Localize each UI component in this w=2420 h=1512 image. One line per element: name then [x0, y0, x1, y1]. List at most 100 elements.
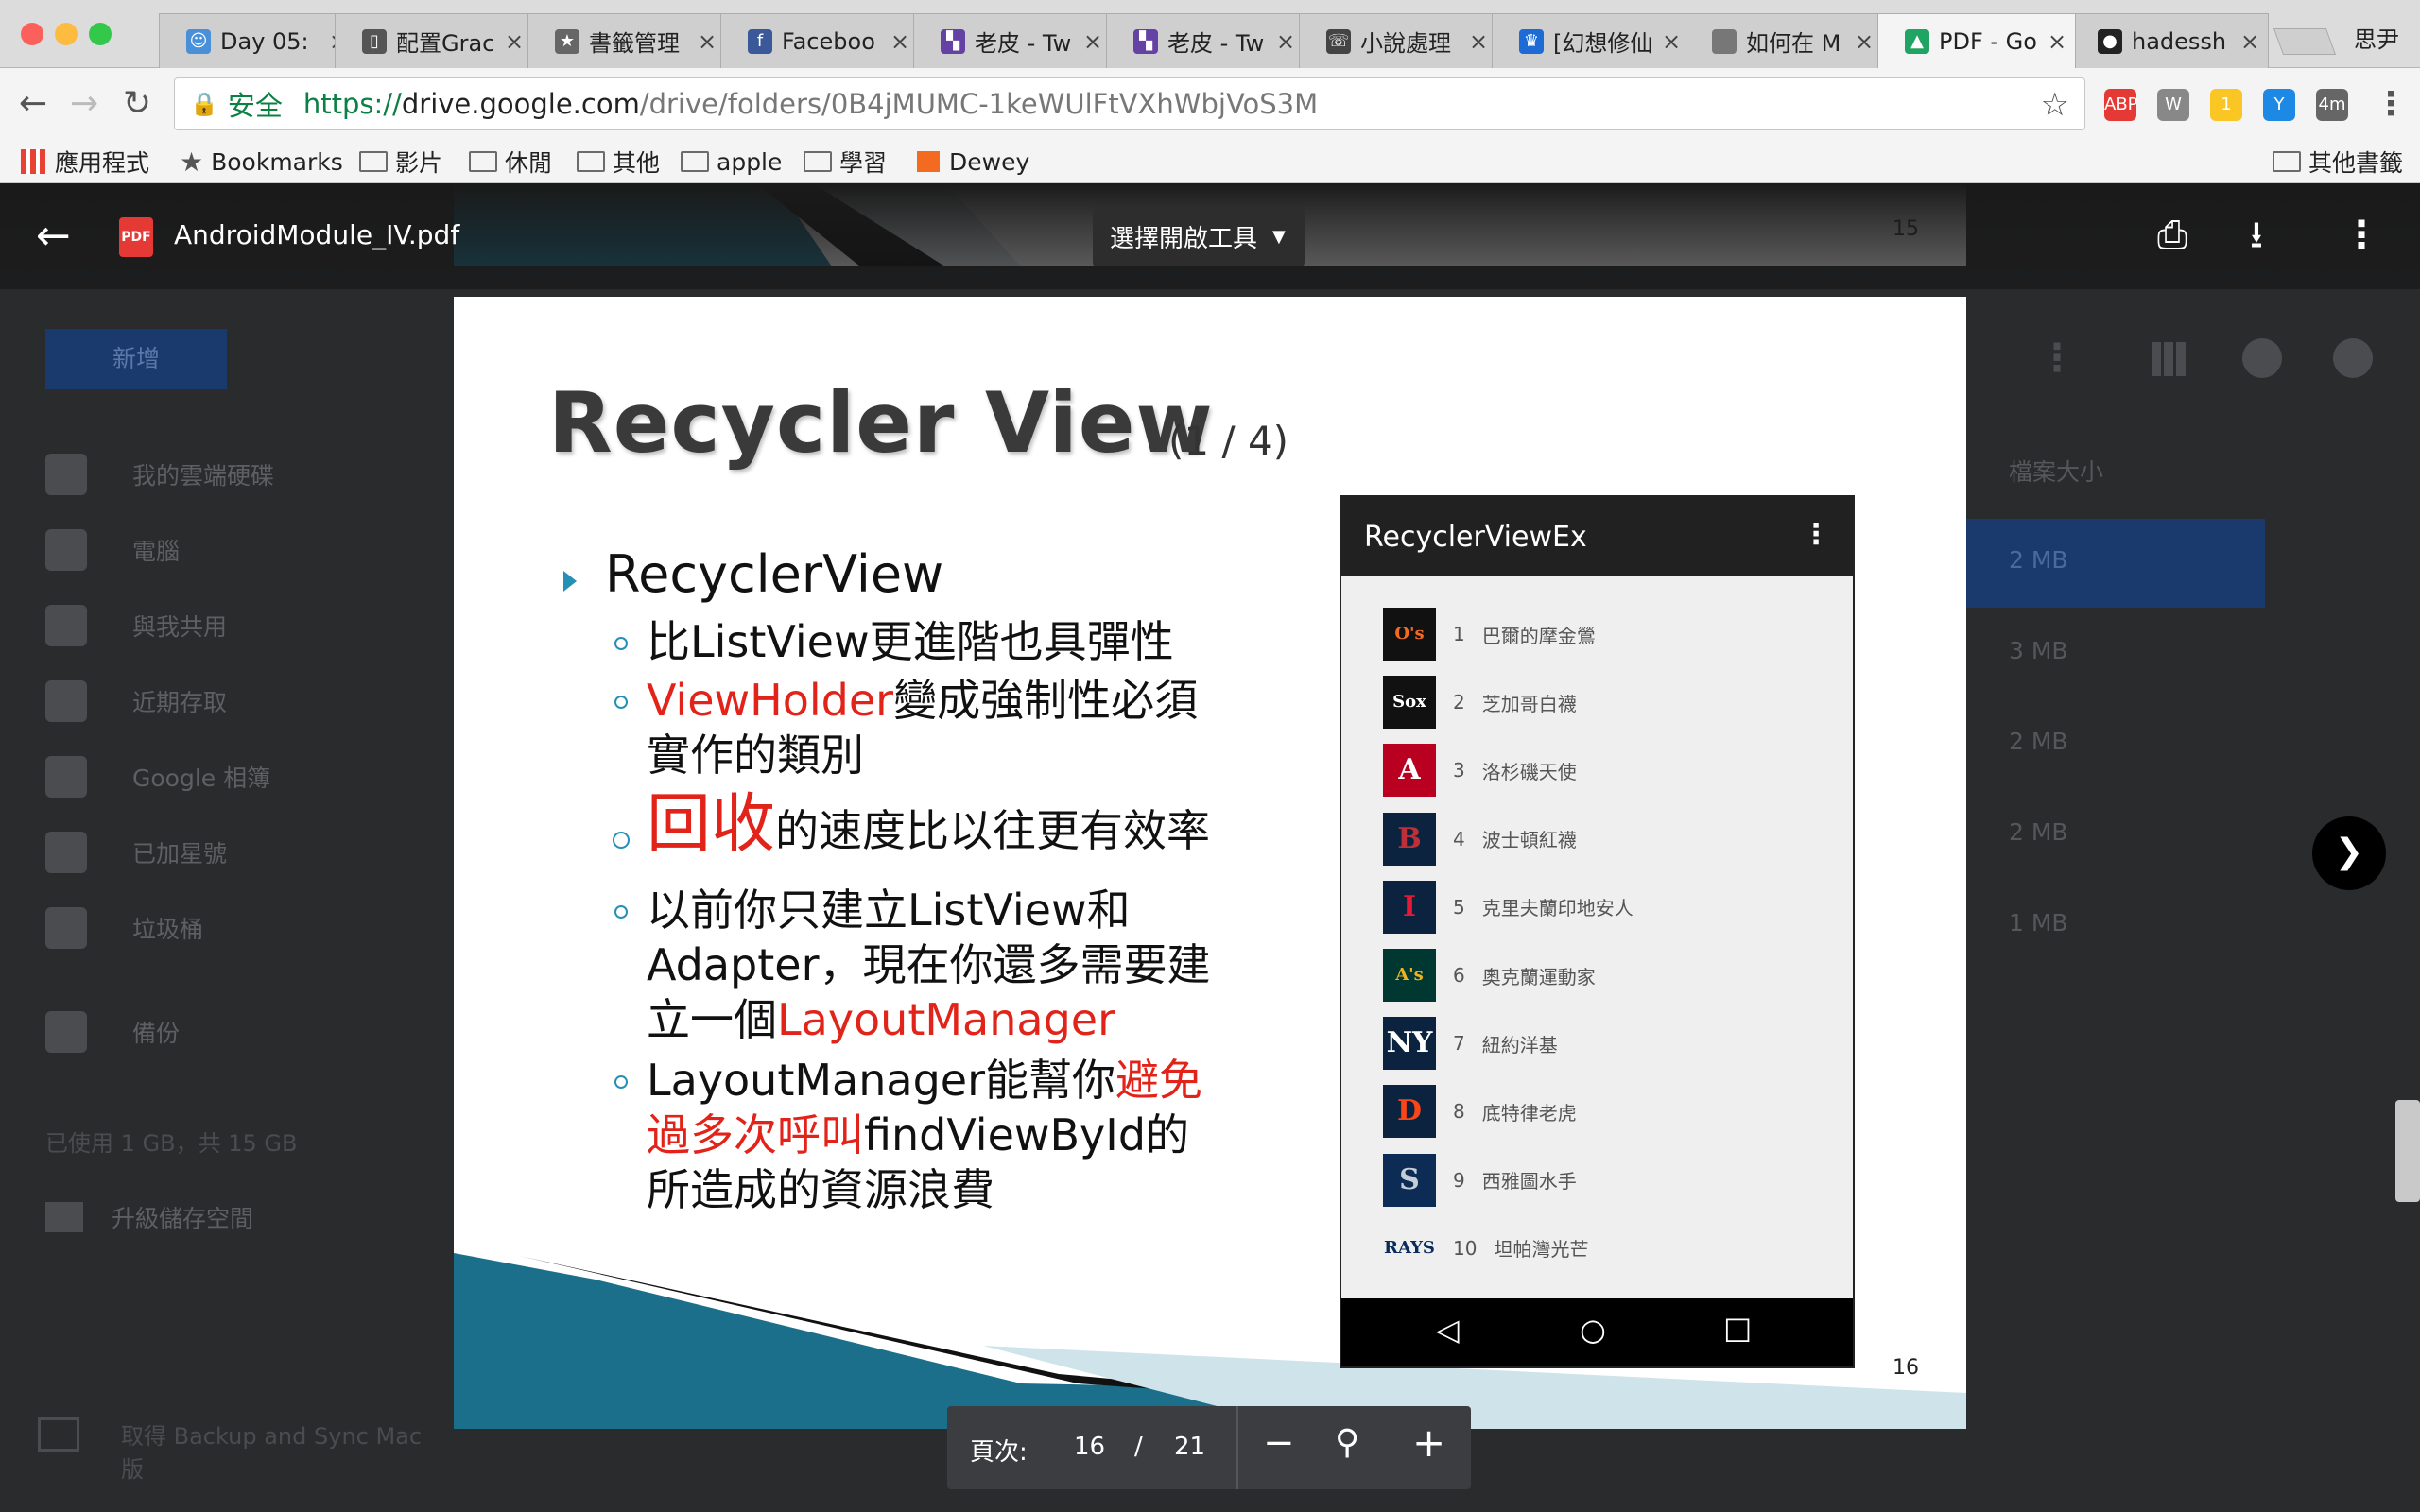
apps-grid-icon [21, 149, 45, 174]
folder-icon [469, 151, 497, 172]
notes-extension-icon[interactable]: 1 [2210, 89, 2242, 121]
next-file-button[interactable]: ❯ [2312, 816, 2386, 890]
tab-title: hadessh [2132, 27, 2227, 55]
bullet-2-highlight: ViewHolder [647, 675, 894, 726]
close-tab-icon[interactable]: × [1468, 28, 1489, 55]
other-bookmarks[interactable]: 其他書籤 [2273, 146, 2403, 178]
drive-nav-label: 垃圾桶 [132, 916, 204, 943]
download-icon[interactable]: ⭳ [2250, 212, 2263, 259]
close-tab-icon[interactable]: × [1082, 28, 1103, 55]
bookmark-star[interactable]: ★ Bookmarks [180, 146, 343, 178]
settings-icon[interactable] [2333, 338, 2373, 378]
apple-icon [1712, 28, 1737, 54]
team-logo-icon: I [1383, 880, 1436, 934]
bookmark-folder[interactable]: 休閒 [469, 146, 552, 178]
drive-nav-item[interactable]: 與我共用 [0, 593, 454, 659]
close-window-button[interactable] [21, 23, 43, 45]
backup-promo[interactable]: 取得 Backup and Sync Mac 版 [38, 1418, 435, 1484]
bookmark-apps[interactable]: 應用程式 [21, 146, 149, 178]
more-actions-icon[interactable]: ⋮ [2342, 212, 2380, 259]
bookmark-folder[interactable]: 學習 [804, 146, 887, 178]
browser-tab[interactable]: ★ 書籤管理 × [527, 13, 726, 68]
drive-nav-icon [45, 605, 87, 646]
profile-name[interactable]: 思尹 [2354, 21, 2399, 54]
grid-view-icon[interactable] [2152, 342, 2186, 376]
print-icon[interactable]: ⎙ [2157, 212, 2187, 259]
browser-tab[interactable]: f Faceboo × [720, 13, 919, 68]
team-name: 洛杉磯天使 [1481, 760, 1577, 783]
chevron-down-icon: ▼ [1272, 226, 1286, 247]
drive-nav-item[interactable]: 我的雲端硬碟 [0, 441, 454, 507]
tab-title: 配置Grac [396, 30, 495, 57]
bullet-5-line2: findViewById的 [864, 1109, 1190, 1160]
browser-tab[interactable]: ▚ 老皮 - Tw × [1106, 13, 1305, 68]
drive-nav-icon [45, 907, 87, 949]
drive-nav-item[interactable]: 備份 [0, 999, 454, 1065]
abp-extension-icon[interactable]: ABP [2104, 89, 2138, 121]
current-page-input[interactable]: 16 [1074, 1433, 1105, 1461]
reload-button[interactable]: ↻ [123, 85, 151, 123]
scrollbar-thumb[interactable] [2395, 1100, 2420, 1202]
browser-tab[interactable]: 如何在 M × [1685, 13, 1883, 68]
more-options-icon[interactable]: ⋮ [2038, 336, 2076, 380]
bookmark-star-icon[interactable]: ☆ [2041, 86, 2069, 124]
browser-tab[interactable]: ● hadessh × [2070, 13, 2269, 68]
info-icon[interactable] [2242, 338, 2282, 378]
zoom-out-icon[interactable]: − [1263, 1421, 1295, 1465]
drive-nav-item[interactable]: 垃圾桶 [0, 895, 454, 961]
browser-tab[interactable]: ▲ PDF - Go × [1877, 13, 2076, 68]
close-tab-icon[interactable]: × [890, 28, 910, 55]
page-separator: / [1134, 1433, 1143, 1461]
bullet-5-line1: LayoutManager能幫你 [647, 1055, 1116, 1106]
close-tab-icon[interactable]: × [504, 28, 525, 55]
forward-button[interactable]: → [70, 85, 98, 123]
timer-extension-icon[interactable]: 4m [2316, 89, 2348, 121]
close-viewer-button[interactable]: ← [36, 215, 71, 257]
browser-tab[interactable]: ▚ 老皮 - Tw × [913, 13, 1112, 68]
column-header-size[interactable]: 檔案大小 [2009, 454, 2103, 488]
close-tab-icon[interactable]: × [2239, 28, 2260, 55]
address-bar[interactable]: 🔒 安全 https://drive.google.com/drive/fold… [174, 77, 2085, 130]
team-list-item: Sox 2 芝加哥白襪 [1383, 675, 1577, 730]
close-tab-icon[interactable]: × [1854, 28, 1875, 55]
new-tab-button[interactable] [2273, 28, 2337, 55]
maximize-window-button[interactable] [89, 23, 112, 45]
chrome-menu-button[interactable]: ⋮ [2375, 85, 2407, 123]
browser-tab[interactable]: ☏ 小說處理 × [1299, 13, 1497, 68]
close-tab-icon[interactable]: × [1661, 28, 1682, 55]
page-controls: 頁次: 16 / 21 − ⚲ + [947, 1406, 1471, 1489]
zoom-in-icon[interactable]: + [1412, 1419, 1445, 1466]
w-extension-icon[interactable]: W [2157, 89, 2189, 121]
drive-nav-item[interactable]: 電腦 [0, 517, 454, 583]
tab-title: 書籤管理 [589, 30, 680, 57]
close-tab-icon[interactable]: × [2047, 28, 2067, 55]
drive-nav-item[interactable]: 已加星號 [0, 819, 454, 885]
browser-tab[interactable]: ♛ [幻想修仙 × [1492, 13, 1690, 68]
bookmark-folder[interactable]: 其他 [577, 146, 660, 178]
open-with-dropdown[interactable]: 選擇開啟工具 ▼ [1093, 206, 1305, 266]
zoom-icon[interactable]: ⚲ [1335, 1423, 1359, 1462]
twitch-icon: ▚ [1133, 28, 1158, 54]
team-list-item: B 4 波士頓紅襪 [1383, 812, 1577, 867]
browser-tab[interactable]: ☺Day 05:× [159, 13, 357, 68]
close-tab-icon[interactable]: × [697, 28, 717, 55]
browser-tab[interactable]: ▯ 配置Grac × [335, 13, 533, 68]
back-button[interactable]: ← [19, 85, 47, 123]
team-list-item: D 8 底特律老虎 [1383, 1084, 1577, 1139]
team-number: 1 [1453, 623, 1465, 645]
team-list-item: A 3 洛杉磯天使 [1383, 743, 1577, 798]
bookmark-dewey[interactable]: Dewey [917, 146, 1029, 178]
drive-nav-icon [45, 756, 87, 798]
close-tab-icon[interactable]: × [1275, 28, 1296, 55]
drive-nav-item[interactable]: Google 相簿 [0, 744, 454, 810]
bullet-circle-icon [614, 637, 628, 650]
bookmark-folder[interactable]: apple [681, 146, 782, 178]
phone-icon: ☏ [1326, 28, 1351, 54]
drive-nav-item[interactable]: 近期存取 [0, 668, 454, 734]
bookmark-folder[interactable]: 影片 [359, 146, 442, 178]
folder-icon [2273, 151, 2301, 172]
y-extension-icon[interactable]: Y [2263, 89, 2295, 121]
minimize-window-button[interactable] [55, 23, 78, 45]
upgrade-storage[interactable]: 升級儲存空間 [45, 1200, 253, 1234]
new-button[interactable]: 新增 [45, 329, 227, 389]
